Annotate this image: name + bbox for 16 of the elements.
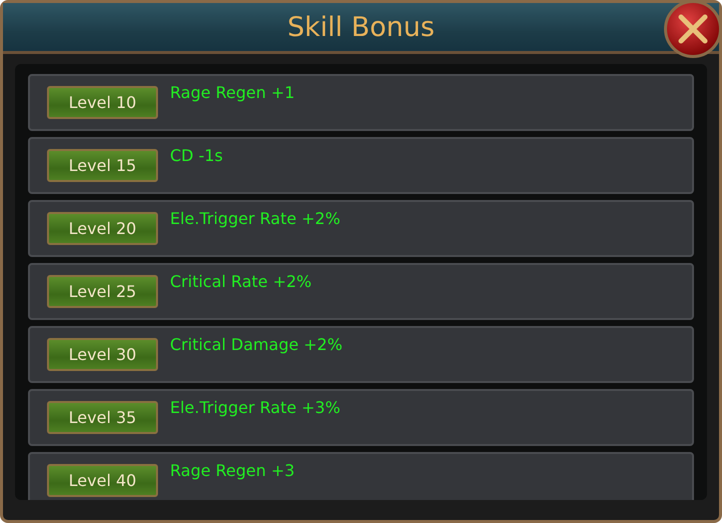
- level-button[interactable]: Level 10: [47, 86, 158, 119]
- level-button[interactable]: Level 35: [47, 401, 158, 434]
- bonus-text: Rage Regen +3: [170, 461, 295, 480]
- level-button[interactable]: Level 25: [47, 275, 158, 308]
- bonus-text: Ele.Trigger Rate +3%: [170, 398, 340, 417]
- bonus-text: Ele.Trigger Rate +2%: [170, 209, 340, 228]
- close-icon: [676, 12, 710, 46]
- level-button[interactable]: Level 30: [47, 338, 158, 371]
- level-button[interactable]: Level 20: [47, 212, 158, 245]
- bonus-text: Critical Damage +2%: [170, 335, 342, 354]
- level-button[interactable]: Level 15: [47, 149, 158, 182]
- level-button[interactable]: Level 40: [47, 464, 158, 497]
- window-title: Skill Bonus: [287, 12, 435, 42]
- bonus-text: Rage Regen +1: [170, 83, 295, 102]
- bonus-text: CD -1s: [170, 146, 223, 165]
- bonus-text: Critical Rate +2%: [170, 272, 312, 291]
